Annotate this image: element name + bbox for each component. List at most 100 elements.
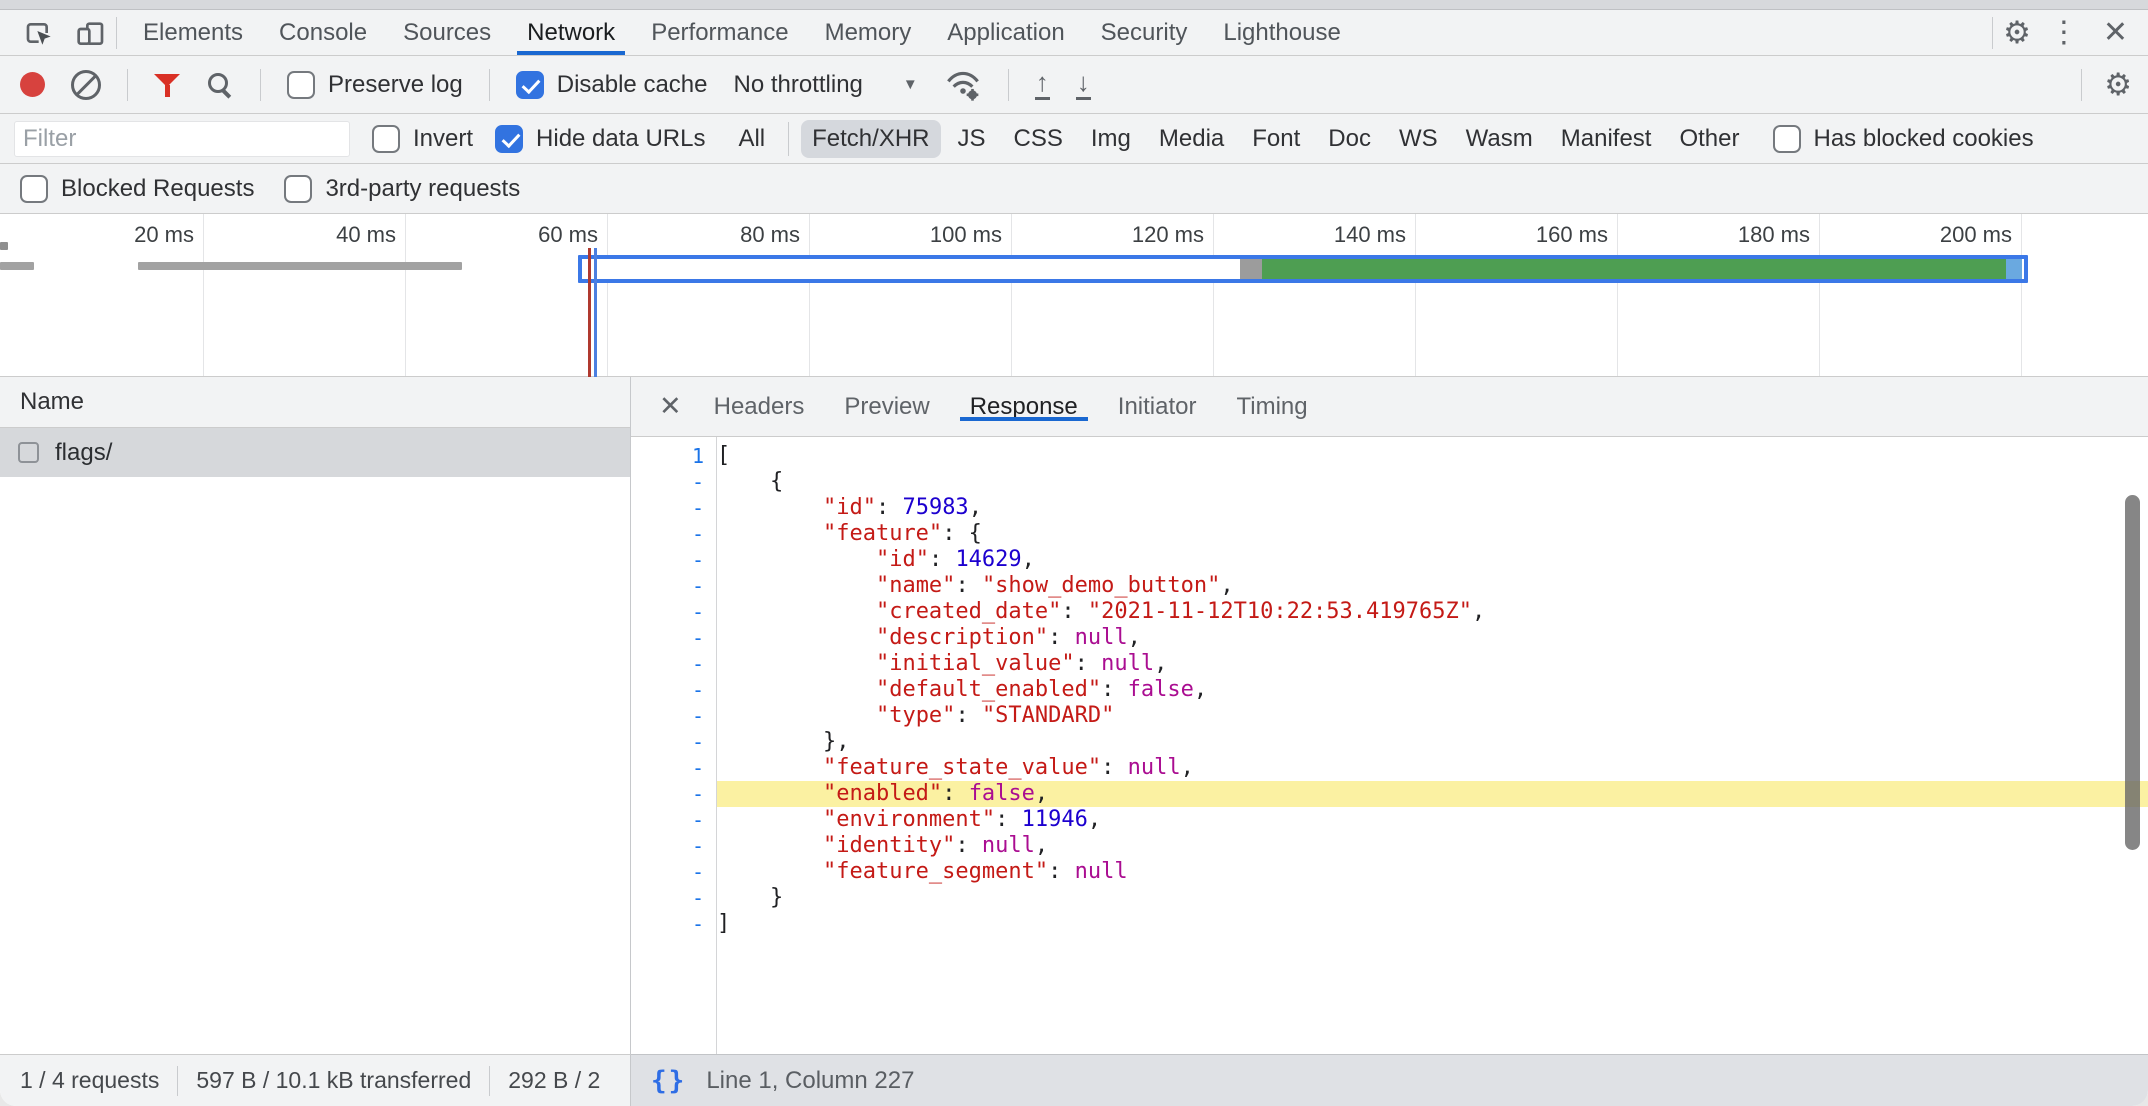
clear-network-log-icon[interactable]: [71, 70, 101, 100]
pretty-print-icon[interactable]: {}: [651, 1066, 686, 1096]
settings-gear-icon[interactable]: ⚙: [2003, 17, 2031, 48]
type-filter-manifest[interactable]: Manifest: [1550, 120, 1663, 158]
vertical-scrollbar[interactable]: [2125, 495, 2140, 850]
code-line: {: [717, 469, 2148, 495]
summary-item: 292 B / 2: [508, 1067, 600, 1094]
export-har-icon[interactable]: ↓: [1076, 69, 1091, 99]
timeline-tick-label: 160 ms: [1536, 222, 1608, 248]
preserve-log-label: Preserve log: [328, 71, 463, 99]
hide-data-urls-label: Hide data URLs: [536, 125, 705, 153]
tab-lighthouse[interactable]: Lighthouse: [1205, 10, 1358, 55]
close-details-icon[interactable]: ✕: [647, 377, 694, 436]
type-filter-all[interactable]: All: [727, 120, 776, 158]
network-options-row: Blocked Requests 3rd-party requests: [0, 164, 2148, 214]
type-filter-other[interactable]: Other: [1668, 120, 1750, 158]
tab-application[interactable]: Application: [929, 10, 1082, 55]
detail-tab-timing[interactable]: Timing: [1216, 393, 1327, 421]
filter-toggle-icon[interactable]: [154, 72, 180, 98]
tab-security[interactable]: Security: [1083, 10, 1206, 55]
type-filter-ws[interactable]: WS: [1388, 120, 1449, 158]
detail-tab-response[interactable]: Response: [950, 393, 1098, 421]
line-number-gutter: 1------------------: [631, 437, 717, 1054]
line-number: -: [631, 599, 716, 625]
network-settings-gear-icon[interactable]: ⚙: [2104, 69, 2132, 100]
detail-tab-preview[interactable]: Preview: [824, 393, 949, 421]
editor-status: {} Line 1, Column 227: [631, 1054, 2148, 1106]
divider: [260, 69, 261, 101]
type-filter-wasm[interactable]: Wasm: [1455, 120, 1544, 158]
has-blocked-cookies-checkbox[interactable]: [1773, 125, 1801, 153]
line-number: -: [631, 651, 716, 677]
filter-input[interactable]: [14, 121, 350, 157]
timeline-tick: 40 ms: [203, 214, 406, 376]
detail-tab-initiator[interactable]: Initiator: [1098, 393, 1217, 421]
network-conditions-icon[interactable]: [944, 68, 982, 102]
type-filter-doc[interactable]: Doc: [1317, 120, 1382, 158]
timeline-tick-label: 200 ms: [1940, 222, 2012, 248]
import-har-icon[interactable]: ↑: [1035, 69, 1050, 99]
type-filter-media[interactable]: Media: [1148, 120, 1235, 158]
hide-data-urls-checkbox[interactable]: [495, 125, 523, 153]
divider: [1008, 69, 1009, 101]
divider: [127, 69, 128, 101]
divider: [2081, 69, 2082, 101]
tab-sources[interactable]: Sources: [385, 10, 509, 55]
tab-memory[interactable]: Memory: [807, 10, 930, 55]
type-filter-img[interactable]: Img: [1080, 120, 1142, 158]
tab-elements[interactable]: Elements: [125, 10, 261, 55]
divider: [177, 1066, 178, 1096]
summary-item: 1 / 4 requests: [20, 1067, 159, 1094]
detail-tabs: ✕ HeadersPreviewResponseInitiatorTiming: [631, 377, 2148, 437]
line-number: -: [631, 495, 716, 521]
type-filter-css[interactable]: CSS: [1003, 120, 1074, 158]
request-row[interactable]: flags/: [0, 428, 630, 477]
timeline-tick: 20 ms: [1, 214, 204, 376]
timeline-tick-label: 120 ms: [1132, 222, 1204, 248]
type-filter-font[interactable]: Font: [1241, 120, 1311, 158]
code-line: "id": 14629,: [717, 547, 2148, 573]
request-name: flags/: [55, 439, 112, 467]
disable-cache-checkbox[interactable]: [516, 71, 544, 99]
code-line: "initial_value": null,: [717, 651, 2148, 677]
code-line: "id": 75983,: [717, 495, 2148, 521]
close-devtools-icon[interactable]: ✕: [2097, 18, 2134, 48]
waterfall-segment-waiting: [1262, 259, 2006, 279]
third-party-option: 3rd-party requests: [284, 175, 520, 203]
code-line: },: [717, 729, 2148, 755]
code-line: "feature_segment": null: [717, 859, 2148, 885]
hide-data-urls-option: Hide data URLs: [495, 125, 705, 153]
divider: [489, 1066, 490, 1096]
line-number: -: [631, 833, 716, 859]
inspect-element-button[interactable]: [12, 10, 64, 55]
requests-table: Name flags/: [0, 377, 631, 1054]
invert-checkbox[interactable]: [372, 125, 400, 153]
throttling-select[interactable]: No throttling ▼: [733, 71, 917, 99]
line-number: -: [631, 469, 716, 495]
detail-tab-headers[interactable]: Headers: [694, 393, 825, 421]
type-filter-js[interactable]: JS: [947, 120, 997, 158]
tab-console[interactable]: Console: [261, 10, 385, 55]
timeline-tick-label: 80 ms: [740, 222, 800, 248]
device-toolbar-button[interactable]: [64, 10, 116, 55]
third-party-checkbox[interactable]: [284, 175, 312, 203]
blocked-requests-checkbox[interactable]: [20, 175, 48, 203]
line-number: -: [631, 859, 716, 885]
tab-performance[interactable]: Performance: [633, 10, 806, 55]
line-number: -: [631, 885, 716, 911]
tab-network[interactable]: Network: [509, 10, 633, 55]
search-icon[interactable]: [206, 71, 234, 99]
network-overview-timeline[interactable]: 20 ms40 ms60 ms80 ms100 ms120 ms140 ms16…: [0, 214, 2148, 377]
domcontentloaded-event-line: [594, 248, 597, 377]
name-column-header[interactable]: Name: [0, 377, 630, 428]
preserve-log-checkbox[interactable]: [287, 71, 315, 99]
waterfall-segment-download: [2006, 259, 2022, 279]
type-filter-fetch-xhr[interactable]: Fetch/XHR: [801, 120, 940, 158]
more-options-icon[interactable]: ⋮: [2041, 18, 2087, 48]
disable-cache-option: Disable cache: [516, 71, 708, 99]
preserve-log-option: Preserve log: [287, 71, 463, 99]
record-network-log-button[interactable]: [20, 72, 45, 97]
waterfall-bar-selected-request[interactable]: [578, 255, 2028, 283]
invert-label: Invert: [413, 125, 473, 153]
response-code: [ { "id": 75983, "feature": { "id": 1462…: [717, 437, 2148, 1054]
code-line: "identity": null,: [717, 833, 2148, 859]
